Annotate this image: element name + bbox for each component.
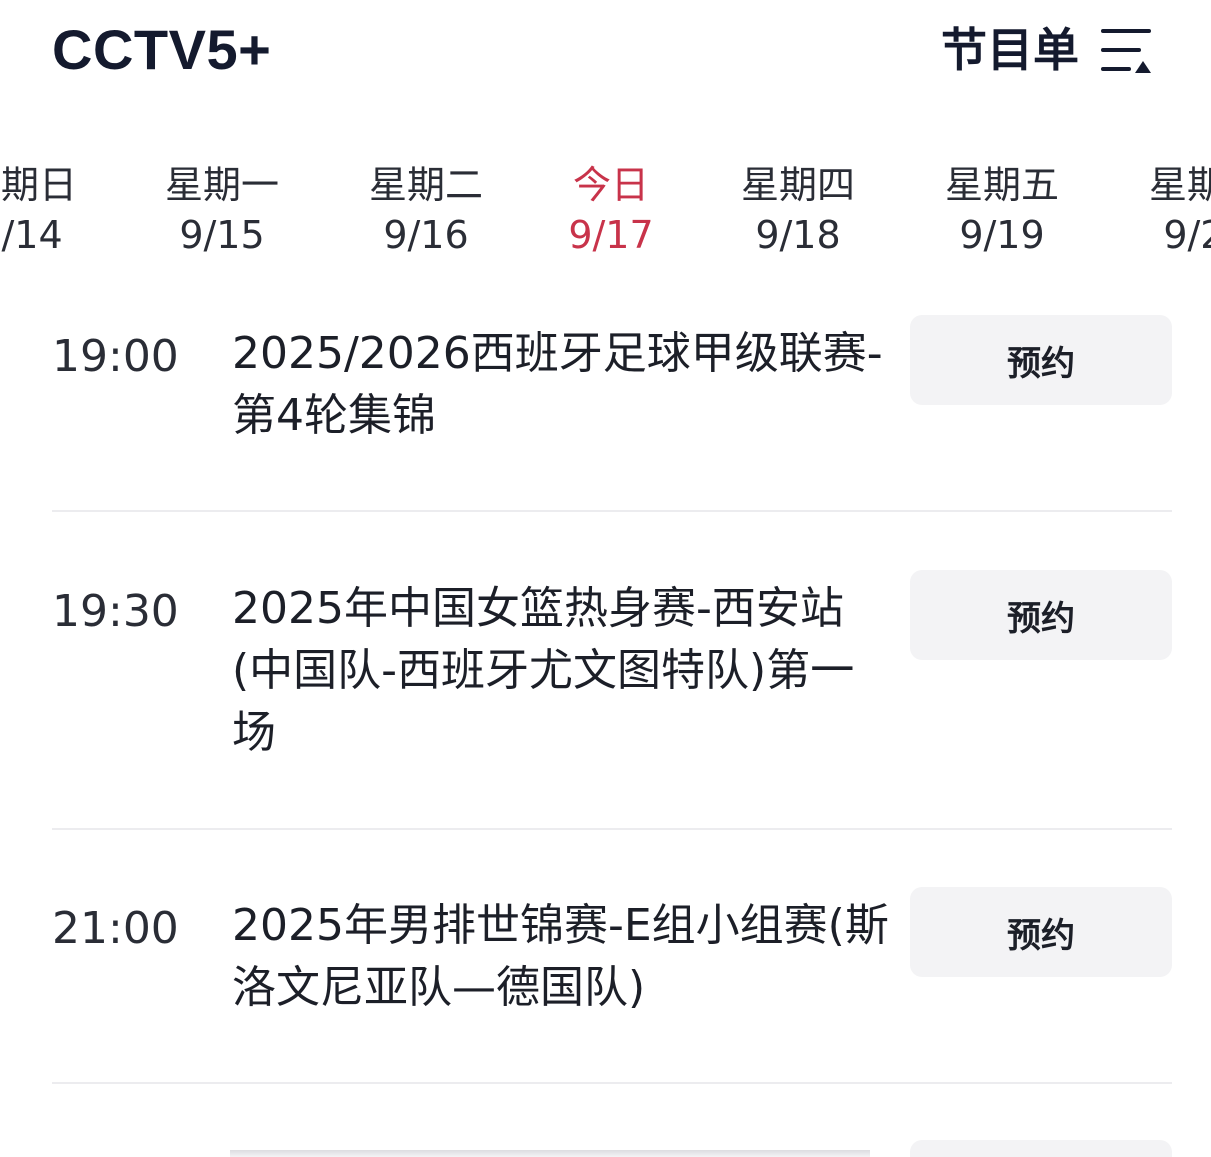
next-program-peek bbox=[230, 1150, 870, 1157]
divider bbox=[52, 828, 1172, 830]
date-day: 9/14 bbox=[0, 213, 63, 257]
schedule-label: 节目单 bbox=[941, 23, 1079, 77]
list-sort-icon bbox=[1101, 29, 1151, 73]
date-day: 9/17 bbox=[568, 213, 654, 257]
program-title: 2025年男排世锦赛-E组小组赛(斯洛文尼亚队—德国队) bbox=[232, 900, 889, 1013]
next-reserve-button-peek[interactable] bbox=[910, 1140, 1172, 1157]
date-day: 9/20 bbox=[1163, 213, 1211, 257]
date-weekday: 今日 bbox=[572, 163, 649, 207]
reserve-button[interactable]: 预约 bbox=[910, 887, 1172, 977]
divider bbox=[52, 510, 1172, 512]
date-weekday: 星期一 bbox=[164, 163, 279, 207]
date-selector: 星期日 9/14 星期一 9/15 星期二 9/16 今日 9/17 星期四 9… bbox=[0, 160, 1211, 280]
date-day: 9/16 bbox=[383, 213, 469, 257]
date-tab-0916[interactable]: 星期二 9/16 bbox=[341, 160, 511, 260]
date-weekday: 星期日 bbox=[0, 163, 77, 207]
program-title: 2025/2026西班牙足球甲级联赛-第4轮集锦 bbox=[232, 328, 883, 441]
program-item: 19:30 2025年中国女篮热身赛-西安站(中国队-西班牙尤文图特队)第一场 … bbox=[52, 570, 1172, 770]
program-title: 2025年中国女篮热身赛-西安站(中国队-西班牙尤文图特队)第一场 bbox=[232, 583, 855, 758]
date-tab-0914[interactable]: 星期日 9/14 bbox=[0, 160, 105, 260]
channel-title: CCTV5+ bbox=[52, 18, 272, 81]
date-weekday: 星期六 bbox=[1148, 163, 1211, 207]
program-item: 19:00 2025/2026西班牙足球甲级联赛-第4轮集锦 预约 bbox=[52, 315, 1172, 475]
date-day: 9/15 bbox=[179, 213, 265, 257]
date-weekday: 星期四 bbox=[740, 163, 855, 207]
program-time: 21:00 bbox=[52, 903, 179, 954]
divider bbox=[52, 1082, 1172, 1084]
reserve-button[interactable]: 预约 bbox=[910, 570, 1172, 660]
date-tab-0919[interactable]: 星期五 9/19 bbox=[917, 160, 1087, 260]
date-day: 9/18 bbox=[755, 213, 841, 257]
date-tab-0920[interactable]: 星期六 9/20 bbox=[1121, 160, 1211, 260]
schedule-button[interactable]: 节目单 bbox=[941, 22, 1153, 78]
program-item: 21:00 2025年男排世锦赛-E组小组赛(斯洛文尼亚队—德国队) 预约 bbox=[52, 887, 1172, 1027]
reserve-button[interactable]: 预约 bbox=[910, 315, 1172, 405]
header: CCTV5+ 节目单 bbox=[0, 0, 1211, 110]
program-guide-page: CCTV5+ 节目单 星期日 9/14 星期一 9/15 星期二 9/16 今日… bbox=[0, 0, 1211, 1157]
date-tab-0915[interactable]: 星期一 9/15 bbox=[137, 160, 307, 260]
date-tab-today[interactable]: 今日 9/17 bbox=[526, 160, 696, 260]
date-weekday: 星期二 bbox=[368, 163, 483, 207]
date-tab-0918[interactable]: 星期四 9/18 bbox=[713, 160, 883, 260]
date-weekday: 星期五 bbox=[944, 163, 1059, 207]
program-time: 19:00 bbox=[52, 331, 179, 382]
date-day: 9/19 bbox=[959, 213, 1045, 257]
program-time: 19:30 bbox=[52, 586, 179, 637]
